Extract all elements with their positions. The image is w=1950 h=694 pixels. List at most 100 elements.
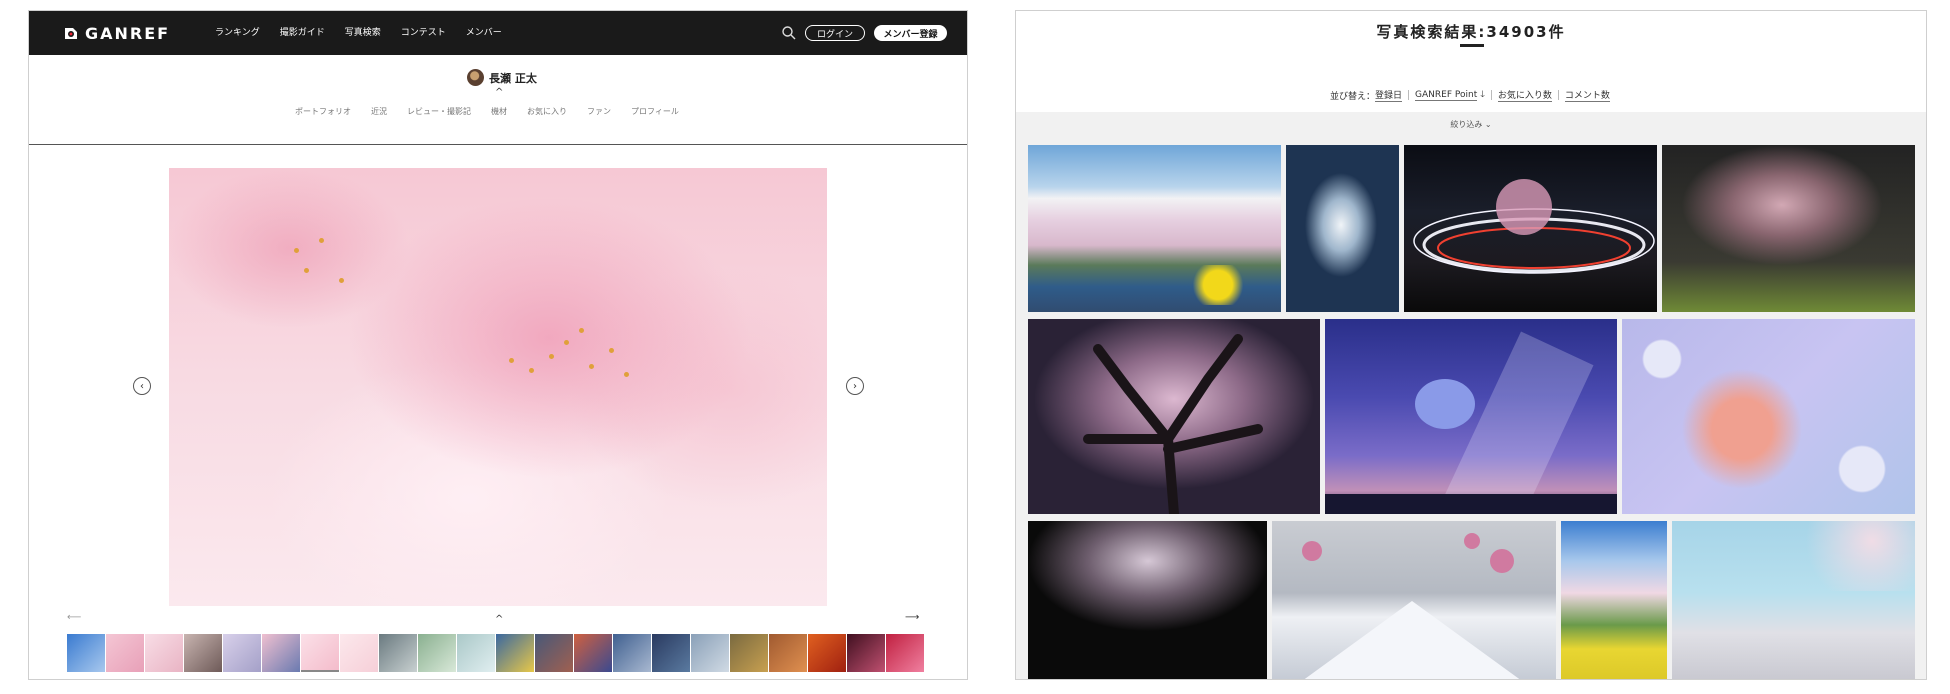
stamen-dot	[339, 278, 344, 283]
stamen-dot	[549, 354, 554, 359]
nav-shooting-guide[interactable]: 撮影ガイド	[280, 25, 325, 38]
sort-down-arrow-icon: 🡓	[1480, 90, 1485, 100]
photo-light-trails-cherry[interactable]	[1404, 145, 1657, 312]
tab-equipment[interactable]: 機材	[491, 106, 507, 117]
photo-night-weeping-cherry[interactable]	[1028, 521, 1267, 679]
stamen-dot	[529, 368, 534, 373]
ganref-logo[interactable]: GANREF	[63, 22, 170, 44]
thumbnail-item[interactable]	[184, 634, 222, 672]
tab-reviews[interactable]: レビュー・撮影記	[407, 106, 471, 117]
stamen-dot	[624, 372, 629, 377]
photo-search-results-page: 写真検索結果:34903件 並び替え： 登録日 GANREF Point 🡓 お…	[1015, 10, 1927, 680]
stamen-dot	[589, 364, 594, 369]
thumbnail-item[interactable]	[301, 634, 339, 672]
stamen-dot	[609, 348, 614, 353]
stamen-dot	[294, 248, 299, 253]
nav-ranking[interactable]: ランキング	[215, 25, 260, 38]
stamen-dot	[509, 358, 514, 363]
thumbnail-item[interactable]	[496, 634, 534, 672]
photo-bokeh-blossoms[interactable]	[1622, 319, 1915, 514]
thumbnail-item[interactable]	[769, 634, 807, 672]
stamen-dot	[564, 340, 569, 345]
thumbnail-item[interactable]	[67, 634, 105, 672]
author-link[interactable]: 長瀬 正太	[467, 69, 537, 86]
stamen-dot	[579, 328, 584, 333]
chevron-down-icon: ⌄	[1484, 120, 1492, 129]
sort-divider	[1490, 90, 1492, 100]
overhanging-branch	[1792, 521, 1915, 591]
photo-fuji-with-blossoms[interactable]	[1272, 521, 1556, 679]
thumbnail-item[interactable]	[223, 634, 261, 672]
collapse-profile-icon[interactable]: ^	[495, 87, 503, 98]
sort-divider	[1557, 90, 1559, 100]
thumbnail-item[interactable]	[691, 634, 729, 672]
thumbnail-item[interactable]	[613, 634, 651, 672]
photo-grid	[1016, 138, 1926, 679]
thumbnail-item[interactable]	[847, 634, 885, 672]
main-nav: ランキング 撮影ガイド 写真検索 コンテスト メンバー	[215, 25, 502, 38]
thumbnail-strip-collapse-icon[interactable]: ^	[495, 614, 503, 625]
rapeseed-flowers	[1188, 265, 1248, 305]
branch-silhouette	[1083, 334, 1263, 514]
logo-mark-icon	[65, 28, 77, 39]
photo-fuji-cherry-river[interactable]	[1028, 145, 1281, 312]
tab-favorites[interactable]: お気に入り	[527, 106, 567, 117]
thumbnail-item[interactable]	[730, 634, 768, 672]
sort-by-ganref-point[interactable]: GANREF Point	[1415, 90, 1478, 101]
thumbnail-item[interactable]	[145, 634, 183, 672]
sort-bar: 並び替え： 登録日 GANREF Point 🡓 お気に入り数 コメント数	[1330, 87, 1610, 103]
photo-milky-way-tree[interactable]	[1325, 319, 1617, 514]
photo-night-cherry-tree[interactable]	[1286, 145, 1399, 312]
search-icon[interactable]	[781, 25, 797, 41]
thumbnail-strip	[67, 634, 924, 672]
horizon	[1325, 494, 1617, 514]
photo-blossom-over-water[interactable]	[1672, 521, 1915, 679]
thumbnail-item[interactable]	[652, 634, 690, 672]
nav-member[interactable]: メンバー	[466, 25, 502, 38]
thumbnail-item[interactable]	[886, 634, 924, 672]
filter-toggle[interactable]: 絞り込み ⌄	[1016, 119, 1926, 130]
sort-by-date[interactable]: 登録日	[1375, 88, 1403, 102]
top-navigation-bar: GANREF ランキング 撮影ガイド 写真検索 コンテスト メンバー ログイン …	[29, 11, 967, 55]
photo-viewer: ‹ › ⟵ ^ ⟶	[29, 146, 967, 679]
fuji-silhouette	[1302, 533, 1520, 679]
thumbnail-item[interactable]	[457, 634, 495, 672]
thumbnail-item[interactable]	[379, 634, 417, 672]
title-underline	[1460, 44, 1484, 47]
thumbnail-strip-prev-arrow[interactable]: ⟵	[67, 612, 81, 623]
previous-photo-button[interactable]: ‹	[133, 377, 151, 395]
login-button[interactable]: ログイン	[805, 25, 865, 41]
next-photo-button[interactable]: ›	[846, 377, 864, 395]
main-photo-cherry-blossom[interactable]	[169, 168, 827, 606]
stamen-dot	[319, 238, 324, 243]
sort-divider	[1408, 90, 1410, 100]
photo-old-cherry-shrine[interactable]	[1662, 145, 1915, 312]
thumbnail-item[interactable]	[262, 634, 300, 672]
tab-recent[interactable]: 近況	[371, 106, 387, 117]
nav-contest[interactable]: コンテスト	[401, 25, 446, 38]
thumbnail-item[interactable]	[808, 634, 846, 672]
thumbnail-item[interactable]	[418, 634, 456, 672]
photo-cherry-rapeseed-field[interactable]	[1561, 521, 1667, 679]
nav-photo-search[interactable]: 写真検索	[345, 25, 381, 38]
thumbnail-strip-next-arrow[interactable]: ⟶	[905, 612, 919, 623]
sort-by-favorites[interactable]: お気に入り数	[1497, 88, 1552, 102]
signup-button[interactable]: メンバー登録	[874, 25, 947, 41]
tree-canopy	[1415, 379, 1475, 429]
thumbnail-item[interactable]	[106, 634, 144, 672]
light-trails-graphic	[1413, 179, 1655, 274]
photo-viewer-page: GANREF ランキング 撮影ガイド 写真検索 コンテスト メンバー ログイン …	[28, 10, 968, 680]
profile-tabs: ポートフォリオ 近況 レビュー・撮影記 機材 お気に入り ファン プロフィール	[295, 106, 679, 117]
profile-header: 長瀬 正太 ^ ポートフォリオ 近況 レビュー・撮影記 機材 お気に入り ファン…	[29, 55, 967, 145]
thumbnail-item[interactable]	[574, 634, 612, 672]
tab-profile[interactable]: プロフィール	[631, 106, 679, 117]
brand-name: GANREF	[85, 23, 171, 43]
tab-fans[interactable]: ファン	[587, 106, 611, 117]
thumbnail-item[interactable]	[535, 634, 573, 672]
tab-portfolio[interactable]: ポートフォリオ	[295, 106, 351, 117]
thumbnail-item[interactable]	[340, 634, 378, 672]
sort-by-comments[interactable]: コメント数	[1564, 88, 1610, 102]
filter-label: 絞り込み	[1450, 120, 1483, 129]
photo-cherry-trunk-from-below[interactable]	[1028, 319, 1320, 514]
filter-band: 絞り込み ⌄	[1016, 112, 1926, 138]
